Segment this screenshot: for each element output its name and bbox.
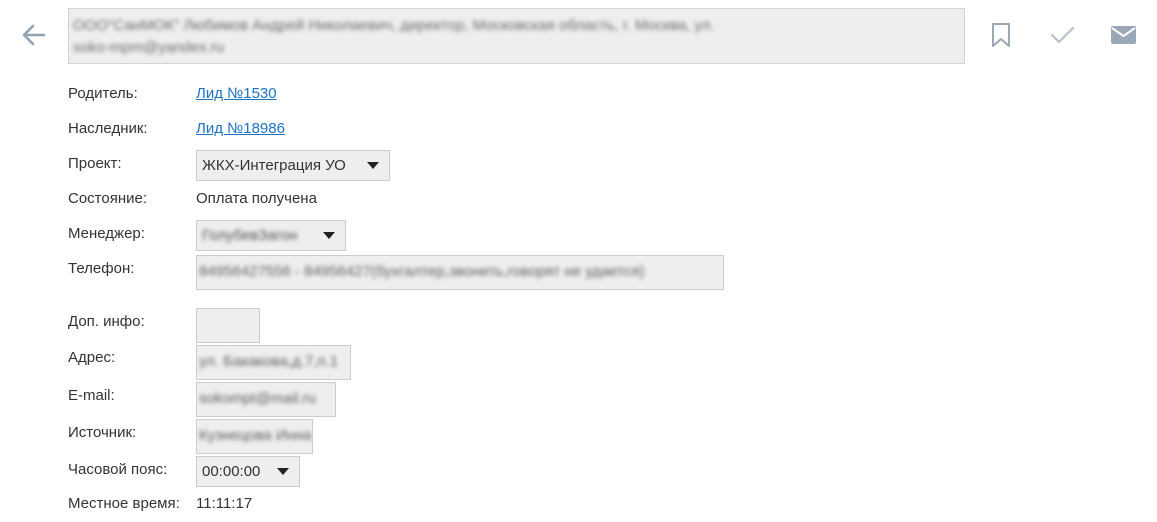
successor-label: Наследник: <box>68 120 148 137</box>
arrow-left-icon <box>22 24 46 46</box>
project-label: Проект: <box>68 155 122 172</box>
source-field[interactable]: Кузнецова Инна <box>196 419 313 454</box>
successor-link[interactable]: Лид №18986 <box>196 118 285 140</box>
manager-select[interactable]: ГолубевЗагон <box>196 220 346 251</box>
address-label: Адрес: <box>68 349 116 366</box>
chevron-down-icon <box>323 232 335 239</box>
check-button[interactable] <box>1047 20 1077 50</box>
lead-title-field[interactable]: ООО"СанМОК" Любимов Андрей Николаевич, д… <box>68 8 965 64</box>
phone-value: 84956427556 - 84956427(бухгалтер,звонить… <box>199 263 645 280</box>
back-button[interactable] <box>18 19 50 51</box>
title-line-2: soko-mpm@yandex.ru <box>73 39 225 56</box>
extra-info-label: Доп. инфо: <box>68 313 145 330</box>
bookmark-button[interactable] <box>986 20 1016 50</box>
project-select-value: ЖКХ-Интеграция УО <box>202 157 346 174</box>
timezone-select-value: 00:00:00 <box>202 463 261 480</box>
timezone-label: Часовой пояс: <box>68 461 168 478</box>
mail-button[interactable] <box>1108 20 1138 50</box>
parent-link[interactable]: Лид №1530 <box>196 83 277 105</box>
bookmark-icon <box>992 23 1010 47</box>
timezone-select[interactable]: 00:00:00 <box>196 456 300 487</box>
address-value: ул. Бакакова,д.7,п.1 <box>199 353 339 370</box>
extra-info-field[interactable] <box>196 308 260 343</box>
chevron-down-icon <box>277 468 289 475</box>
chevron-down-icon <box>367 162 379 169</box>
phone-field[interactable]: 84956427556 - 84956427(бухгалтер,звонить… <box>196 255 724 290</box>
status-label: Состояние: <box>68 190 148 207</box>
status-value: Оплата получена <box>196 190 317 207</box>
phone-label: Телефон: <box>68 260 135 277</box>
title-line-1: ООО"СанМОК" Любимов Андрей Николаевич, д… <box>73 17 715 34</box>
email-value: sokompt@mail.ru <box>199 390 316 407</box>
manager-select-value: ГолубевЗагон <box>202 227 298 244</box>
mail-icon <box>1111 26 1136 44</box>
project-select[interactable]: ЖКХ-Интеграция УО <box>196 150 390 181</box>
email-field[interactable]: sokompt@mail.ru <box>196 382 336 417</box>
source-label: Источник: <box>68 424 137 441</box>
check-icon <box>1050 26 1075 44</box>
email-label: E-mail: <box>68 387 115 404</box>
local-time-value: 11:11:17 <box>196 495 253 512</box>
manager-label: Менеджер: <box>68 225 145 242</box>
source-value: Кузнецова Инна <box>199 427 312 444</box>
local-time-label: Местное время: <box>68 495 180 512</box>
address-field[interactable]: ул. Бакакова,д.7,п.1 <box>196 345 351 380</box>
parent-label: Родитель: <box>68 85 138 102</box>
